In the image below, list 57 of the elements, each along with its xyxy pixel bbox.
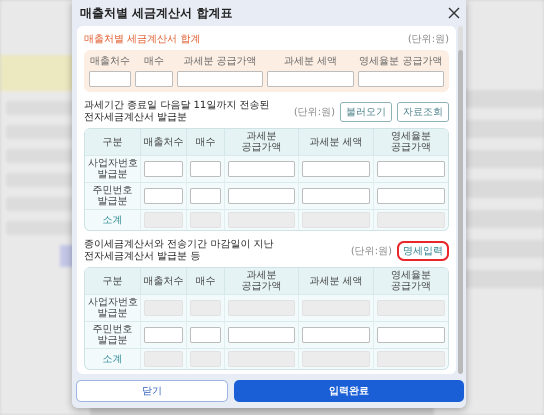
amount-field[interactable] [228,188,296,204]
close-icon[interactable] [448,7,460,19]
amount-field[interactable] [376,188,445,204]
column-header: 과세분 세액 [282,55,338,68]
column-header: 영세율분 공급가액 [358,55,444,68]
amount-field[interactable] [228,161,296,177]
amount-field[interactable] [144,188,183,204]
column-header: 매출처수 [141,268,187,294]
column-header: 과세분 공급가액 [225,129,300,155]
column-header: 매수 [143,55,165,68]
amount-field[interactable] [302,327,370,343]
action-button[interactable]: 자료조회 [397,102,449,122]
column-header: 매출처수 [89,55,131,68]
amount-field[interactable] [267,71,354,87]
subtotal-label: 소계 [85,209,141,230]
unit-label: (단위:원) [294,106,335,119]
row-label: 주민번호 발급분 [85,321,141,348]
unit-label: (단위:원) [408,33,449,46]
amount-field[interactable] [144,161,183,177]
amount-field[interactable] [358,71,444,87]
amount-field[interactable] [228,327,296,343]
column-header: 과세분 세액 [299,129,374,155]
section-title: 과세기간 종료일 다음달 11일까지 전송된 전자세금계산서 발급분 [84,100,270,124]
section-title: 매출처별 세금계산서 합계 [84,33,200,46]
unit-label: (단위:원) [350,245,392,258]
amount-field[interactable] [190,161,221,177]
amount-field[interactable] [177,71,264,87]
column-header: 과세분 세액 [299,268,374,294]
amount-field[interactable] [302,188,370,204]
column-header: 매수 [187,129,225,155]
column-header: 구분 [85,129,141,155]
amount-field[interactable] [144,327,183,343]
column-header: 구분 [85,268,141,294]
column-header: 영세율분 공급가액 [374,129,448,155]
subtotal-label: 소계 [85,348,141,369]
action-button[interactable]: 불러오기 [340,102,392,122]
dialog-title: 매출처별 세금계산서 합계표 [80,4,232,22]
column-header: 과세분 공급가액 [182,55,258,68]
row-label: 주민번호 발급분 [85,182,141,209]
scrollbar[interactable] [458,26,463,374]
section-title: 종이세금계산서와 전송기간 마감일이 지난 전자세금계산서 발급분 등 [84,239,275,263]
amount-field[interactable] [190,327,221,343]
row-label: 사업자번호 발급분 [85,294,141,321]
amount-field[interactable] [190,188,221,204]
close-button[interactable]: 닫기 [76,380,228,402]
amount-field[interactable] [89,71,131,87]
amount-field[interactable] [376,161,445,177]
column-header: 매출처수 [141,129,187,155]
row-label: 사업자번호 발급분 [85,155,141,182]
amount-field[interactable] [135,71,173,87]
column-header: 영세율분 공급가액 [374,268,448,294]
column-header: 매수 [187,268,225,294]
submit-button[interactable]: 입력완료 [234,380,464,402]
amount-field[interactable] [376,327,445,343]
column-header: 과세분 공급가액 [225,268,300,294]
action-button[interactable]: 명세입력 [397,241,449,261]
amount-field[interactable] [302,161,370,177]
